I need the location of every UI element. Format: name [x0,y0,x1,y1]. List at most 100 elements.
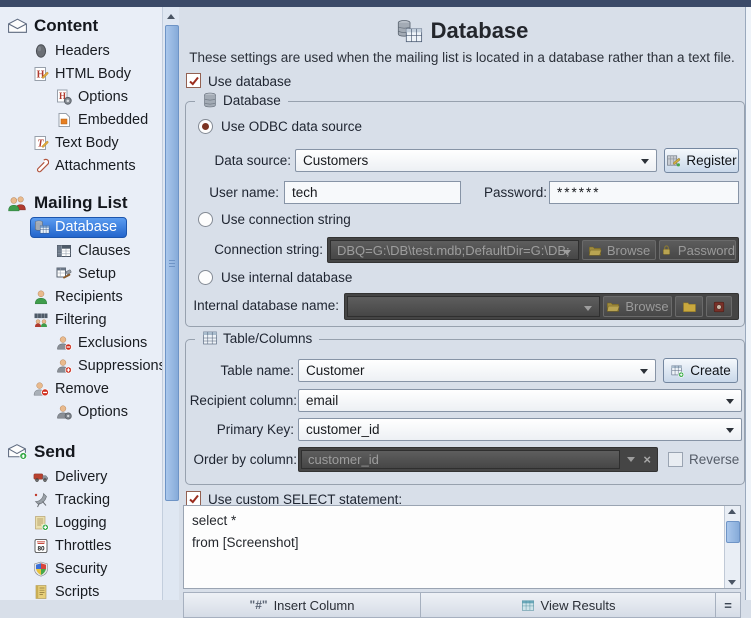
data-source-combobox[interactable]: Customers [295,149,657,172]
register-button[interactable]: Register [664,148,739,173]
item-label: Clauses [78,242,131,259]
order-by-controls: × [623,450,655,469]
sidebar-item-tracking[interactable]: Tracking [0,488,162,511]
scroll-up-button[interactable] [164,9,178,23]
table-name-value: Customer [306,363,365,378]
item-label: Security [55,560,108,577]
user-name-label: User name: [209,185,279,200]
sidebar-tree: Content Headers H HTML Body H Options Em… [0,7,162,600]
sidebar-item-delivery[interactable]: Delivery [0,465,162,488]
item-label: Delivery [55,468,108,485]
sidebar-item-text-body[interactable]: T Text Body [0,131,162,154]
item-label: Headers [55,42,110,59]
sidebar-item-attachments[interactable]: Attachments [0,154,162,177]
password-button-label: Password [677,242,735,258]
recipient-column-combobox[interactable]: email [298,389,742,412]
text-letter-icon: T [34,135,49,150]
chevron-down-icon[interactable] [640,369,648,374]
user-name-field[interactable]: tech [284,181,461,204]
chevron-down-icon[interactable] [641,159,649,164]
database-table-icon [35,220,50,234]
sidebar-item-html-body[interactable]: H HTML Body [0,62,162,85]
setup-tools-icon [56,267,72,279]
chevron-up-icon[interactable] [728,509,736,514]
speed-limit-sign-icon: 80 [34,538,48,553]
sidebar-item-scripts[interactable]: Scripts [0,580,162,600]
sidebar-item-exclusions[interactable]: Exclusions [0,331,162,354]
person-green-icon [34,290,48,304]
sidebar-scrollbar-thumb[interactable] [165,25,179,501]
sidebar-item-security[interactable]: Security [0,557,162,580]
folder-icon [682,302,696,312]
connection-string-combobox-disabled: DBQ=G:\DB\test.mdb;DefaultDir=G:\DB; [330,240,580,260]
folder-open-icon [588,246,602,256]
sql-scrollbar-thumb[interactable] [726,521,740,543]
custom-select-checkbox[interactable] [186,491,201,506]
lock-icon [662,245,670,255]
primary-key-label: Primary Key: [216,422,294,437]
item-label: Attachments [55,157,136,174]
sidebar-item-clauses[interactable]: Clauses [0,239,162,262]
html-options-icon: H [57,89,72,105]
create-button-label: Create [690,363,731,378]
recipient-column-value: email [306,393,339,408]
order-by-value: customer_id [308,452,379,467]
sidebar-item-html-options[interactable]: H Options [0,85,162,108]
script-sheet-icon [35,584,47,599]
sql-scrollbar[interactable] [724,506,740,588]
sidebar-item-recipients[interactable]: Recipients [0,285,162,308]
collapse-button[interactable]: = [716,593,740,617]
sidebar-section-content[interactable]: Content [0,13,162,39]
check-icon [188,494,199,503]
sidebar-scrollbar[interactable] [162,7,180,600]
filtering-icon [34,313,48,327]
recipient-column-label: Recipient column: [189,393,297,408]
selected-item-highlight: Database [30,217,128,238]
sidebar-item-database[interactable]: Database [0,216,162,239]
sidebar-item-logging[interactable]: Logging [0,511,162,534]
order-by-column-label: Order by column: [193,452,297,467]
panel-right-edge [745,7,751,600]
bottom-button-bar: "#" Insert Column View Results = [183,592,741,618]
chevron-down-icon[interactable] [726,399,734,404]
sql-statement-textarea[interactable]: select * from [Screenshot] [192,510,720,586]
primary-key-combobox[interactable]: customer_id [298,418,742,441]
internal-database-strip: Browse [344,293,739,320]
insert-column-button[interactable]: "#" Insert Column [184,593,421,617]
item-label: Recipients [55,288,123,305]
sidebar-item-headers[interactable]: Headers [0,39,162,62]
sidebar-item-remove[interactable]: Remove [0,377,162,400]
sidebar-item-suppressions[interactable]: Suppressions [0,354,162,377]
head-bust-icon [35,43,47,58]
internal-database-radio[interactable] [198,270,213,285]
database-group: Database Use ODBC data source Data sourc… [185,92,745,327]
table-grid-icon [203,331,217,345]
chevron-down-icon[interactable] [726,428,734,433]
password-field[interactable]: ****** [549,181,739,204]
clauses-table-icon [57,244,71,257]
item-label: Scripts [55,583,100,600]
view-results-button[interactable]: View Results [421,593,716,617]
person-exclude-icon [57,335,72,350]
chevron-down-icon[interactable] [728,580,736,585]
sidebar-item-embedded[interactable]: Embedded [0,108,162,131]
connection-string-radio[interactable] [198,212,213,227]
user-name-value: tech [292,185,318,200]
password-label: Password: [484,185,548,200]
sidebar-section-send[interactable]: Send [0,439,162,465]
sidebar-item-remove-options[interactable]: Options [0,400,162,423]
odbc-source-radio[interactable] [198,119,213,134]
people-group-icon [8,196,26,212]
sidebar-section-mailing-list[interactable]: Mailing List [0,190,162,216]
database-group-legend: Database [195,92,288,108]
table-name-combobox[interactable]: Customer [298,359,656,382]
order-by-strip: customer_id × [298,447,658,472]
sidebar-item-setup[interactable]: Setup [0,262,162,285]
item-label: Remove [55,380,109,397]
clear-icon: × [643,452,651,467]
use-database-checkbox[interactable] [186,73,201,88]
sidebar-item-throttles[interactable]: 80 Throttles [0,534,162,557]
internal-browse-button-disabled: Browse [603,296,672,317]
create-button[interactable]: Create [663,358,738,383]
sidebar-item-filtering[interactable]: Filtering [0,308,162,331]
